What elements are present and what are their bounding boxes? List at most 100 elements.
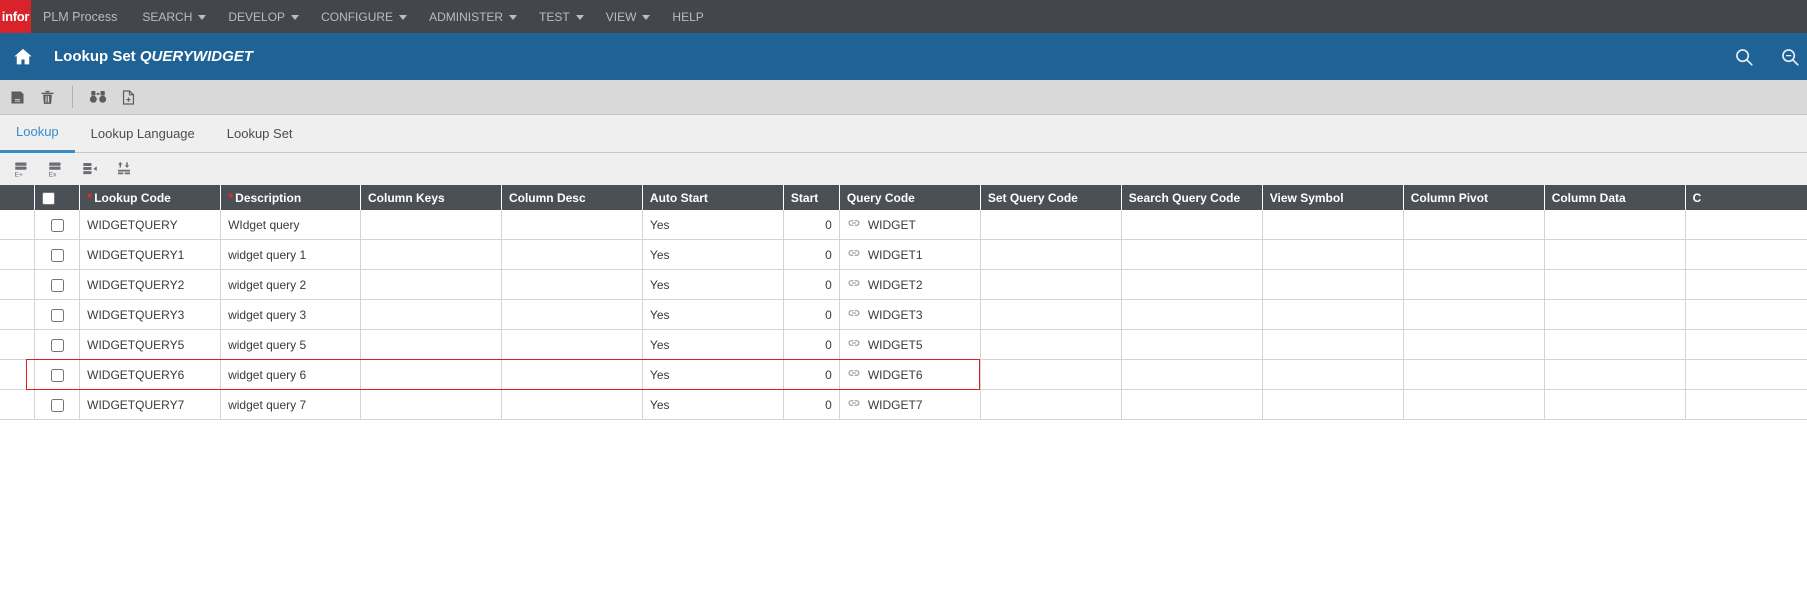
cell-set-query-code[interactable] bbox=[980, 360, 1121, 390]
advanced-search-icon[interactable] bbox=[1779, 46, 1801, 68]
cell-query-code[interactable]: WIDGET bbox=[839, 210, 980, 240]
cell-column-data[interactable] bbox=[1544, 270, 1685, 300]
row-select-cell[interactable] bbox=[34, 210, 79, 240]
cell-lookup-code[interactable]: WIDGETQUERY1 bbox=[80, 240, 221, 270]
cell-description[interactable]: widget query 3 bbox=[221, 300, 361, 330]
cell-column-partial[interactable] bbox=[1685, 240, 1807, 270]
cell-lookup-code[interactable]: WIDGETQUERY3 bbox=[80, 300, 221, 330]
cell-set-query-code[interactable] bbox=[980, 300, 1121, 330]
cell-column-data[interactable] bbox=[1544, 240, 1685, 270]
add-row-button[interactable]: E+ bbox=[10, 158, 34, 180]
cell-view-symbol[interactable] bbox=[1262, 390, 1403, 420]
cell-start[interactable]: 0 bbox=[783, 330, 839, 360]
delete-button[interactable] bbox=[32, 82, 62, 112]
cell-column-desc[interactable] bbox=[501, 360, 642, 390]
cell-column-partial[interactable] bbox=[1685, 390, 1807, 420]
row-checkbox[interactable] bbox=[51, 369, 64, 382]
cell-view-symbol[interactable] bbox=[1262, 360, 1403, 390]
cell-set-query-code[interactable] bbox=[980, 210, 1121, 240]
cell-query-code[interactable]: WIDGET5 bbox=[839, 330, 980, 360]
cell-auto-start[interactable]: Yes bbox=[642, 330, 783, 360]
cell-start[interactable]: 0 bbox=[783, 390, 839, 420]
cell-search-query-code[interactable] bbox=[1121, 330, 1262, 360]
cell-search-query-code[interactable] bbox=[1121, 300, 1262, 330]
cell-column-partial[interactable] bbox=[1685, 330, 1807, 360]
cell-column-pivot[interactable] bbox=[1403, 360, 1544, 390]
cell-column-keys[interactable] bbox=[360, 300, 501, 330]
cell-set-query-code[interactable] bbox=[980, 390, 1121, 420]
row-checkbox[interactable] bbox=[51, 339, 64, 352]
row-checkbox[interactable] bbox=[51, 399, 64, 412]
cell-column-data[interactable] bbox=[1544, 390, 1685, 420]
cell-view-symbol[interactable] bbox=[1262, 300, 1403, 330]
infor-logo[interactable]: infor bbox=[0, 0, 31, 33]
nav-item-configure[interactable]: CONFIGURE bbox=[310, 0, 418, 33]
cell-column-partial[interactable] bbox=[1685, 210, 1807, 240]
query-code-link[interactable]: WIDGET3 bbox=[847, 306, 923, 323]
query-code-link[interactable]: WIDGET7 bbox=[847, 396, 923, 413]
cell-set-query-code[interactable] bbox=[980, 270, 1121, 300]
cell-start[interactable]: 0 bbox=[783, 210, 839, 240]
cell-column-desc[interactable] bbox=[501, 390, 642, 420]
column-header-auto-start[interactable]: Auto Start bbox=[642, 185, 783, 210]
row-checkbox[interactable] bbox=[51, 249, 64, 262]
cell-column-pivot[interactable] bbox=[1403, 300, 1544, 330]
cell-search-query-code[interactable] bbox=[1121, 270, 1262, 300]
cell-lookup-code[interactable]: WIDGETQUERY5 bbox=[80, 330, 221, 360]
cell-query-code[interactable]: WIDGET3 bbox=[839, 300, 980, 330]
tab-lookup-set[interactable]: Lookup Set bbox=[211, 126, 309, 152]
column-header-lookup-code[interactable]: Lookup Code bbox=[80, 185, 221, 210]
cell-column-keys[interactable] bbox=[360, 240, 501, 270]
cell-query-code[interactable]: WIDGET7 bbox=[839, 390, 980, 420]
row-checkbox[interactable] bbox=[51, 219, 64, 232]
cell-column-keys[interactable] bbox=[360, 330, 501, 360]
cell-auto-start[interactable]: Yes bbox=[642, 210, 783, 240]
new-document-button[interactable] bbox=[113, 82, 143, 112]
query-code-link[interactable]: WIDGET bbox=[847, 216, 916, 233]
cell-lookup-code[interactable]: WIDGETQUERY bbox=[80, 210, 221, 240]
cell-query-code[interactable]: WIDGET1 bbox=[839, 240, 980, 270]
home-icon[interactable] bbox=[10, 44, 36, 70]
table-row[interactable]: WIDGETQUERY5widget query 5 Yes0WIDGET5 bbox=[0, 330, 1807, 360]
row-select-cell[interactable] bbox=[34, 360, 79, 390]
cell-column-partial[interactable] bbox=[1685, 300, 1807, 330]
cell-column-desc[interactable] bbox=[501, 240, 642, 270]
column-header-column-pivot[interactable]: Column Pivot bbox=[1403, 185, 1544, 210]
row-select-cell[interactable] bbox=[34, 300, 79, 330]
import-export-button[interactable] bbox=[112, 158, 136, 180]
cell-auto-start[interactable]: Yes bbox=[642, 270, 783, 300]
cell-column-data[interactable] bbox=[1544, 210, 1685, 240]
edit-row-button[interactable] bbox=[78, 158, 102, 180]
nav-item-develop[interactable]: DEVELOP bbox=[217, 0, 310, 33]
cell-lookup-code[interactable]: WIDGETQUERY2 bbox=[80, 270, 221, 300]
cell-view-symbol[interactable] bbox=[1262, 210, 1403, 240]
cell-column-data[interactable] bbox=[1544, 360, 1685, 390]
table-row[interactable]: WIDGETQUERY6widget query 6Yes0WIDGET6 bbox=[0, 360, 1807, 390]
cell-lookup-code[interactable]: WIDGETQUERY7 bbox=[80, 390, 221, 420]
column-header-description[interactable]: Description bbox=[221, 185, 361, 210]
cell-description[interactable]: widget query 5 bbox=[221, 330, 361, 360]
tab-lookup-language[interactable]: Lookup Language bbox=[75, 126, 211, 152]
select-all-checkbox[interactable] bbox=[42, 192, 55, 205]
cell-column-pivot[interactable] bbox=[1403, 240, 1544, 270]
cell-view-symbol[interactable] bbox=[1262, 240, 1403, 270]
cell-column-desc[interactable] bbox=[501, 300, 642, 330]
cell-column-partial[interactable] bbox=[1685, 270, 1807, 300]
table-row[interactable]: WIDGETQUERY2widget query 2Yes0WIDGET2 bbox=[0, 270, 1807, 300]
cell-start[interactable]: 0 bbox=[783, 270, 839, 300]
nav-item-help[interactable]: HELP bbox=[661, 0, 714, 33]
cell-query-code[interactable]: WIDGET6 bbox=[839, 360, 980, 390]
cell-search-query-code[interactable] bbox=[1121, 360, 1262, 390]
cell-query-code[interactable]: WIDGET2 bbox=[839, 270, 980, 300]
cell-description[interactable]: widget query 6 bbox=[221, 360, 361, 390]
cell-auto-start[interactable]: Yes bbox=[642, 300, 783, 330]
column-header-start[interactable]: Start bbox=[783, 185, 839, 210]
find-button[interactable] bbox=[83, 82, 113, 112]
cell-view-symbol[interactable] bbox=[1262, 330, 1403, 360]
cell-auto-start[interactable]: Yes bbox=[642, 240, 783, 270]
cell-search-query-code[interactable] bbox=[1121, 210, 1262, 240]
table-row[interactable]: WIDGETQUERY1widget query 1Yes0WIDGET1 bbox=[0, 240, 1807, 270]
row-select-cell[interactable] bbox=[34, 390, 79, 420]
column-header-search-query-code[interactable]: Search Query Code bbox=[1121, 185, 1262, 210]
cell-column-pivot[interactable] bbox=[1403, 390, 1544, 420]
